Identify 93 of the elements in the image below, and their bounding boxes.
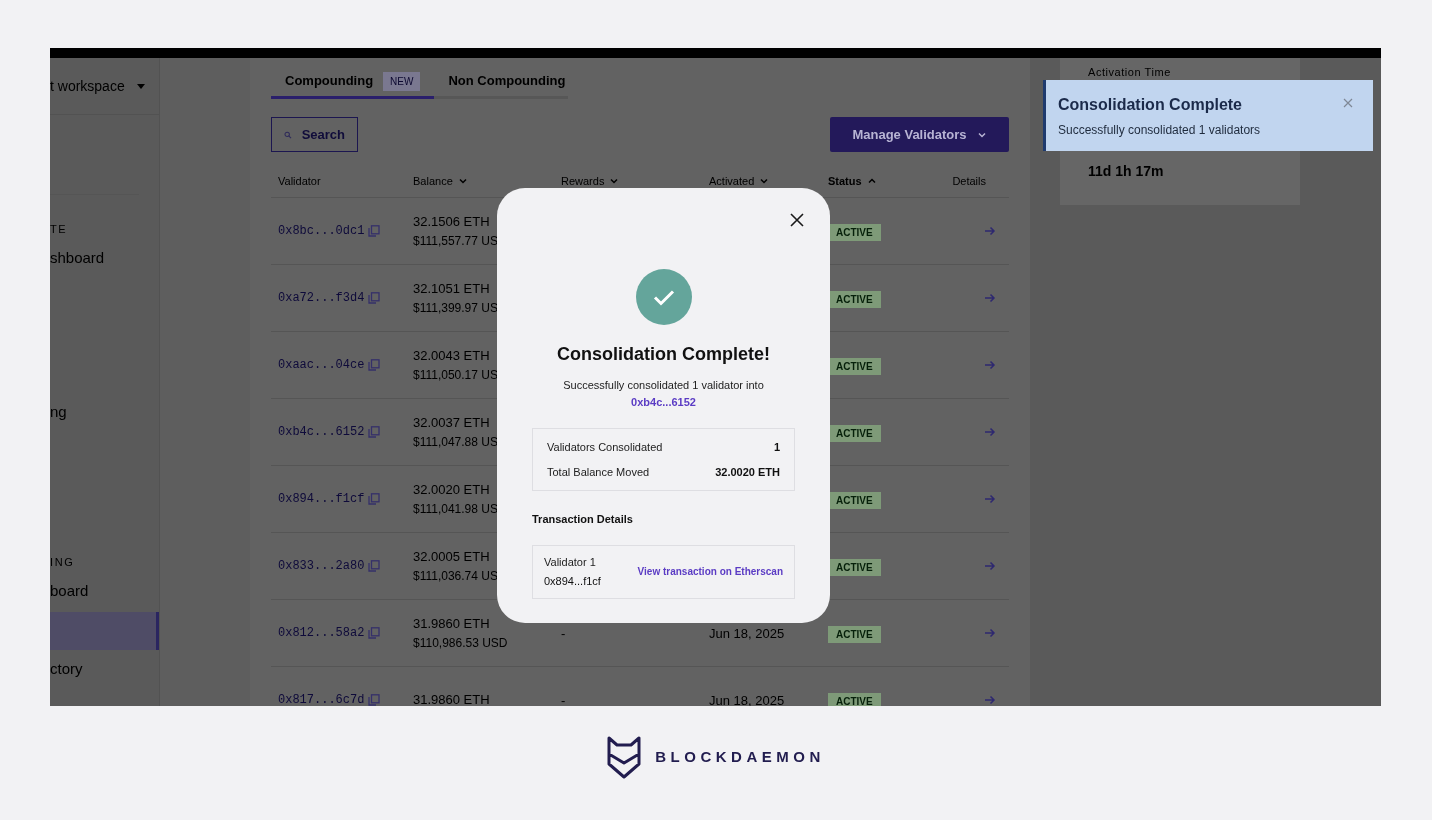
table-cell: Jun 18, 2025 bbox=[709, 693, 785, 706]
etherscan-link[interactable]: View transaction on Etherscan bbox=[637, 564, 783, 579]
column-header[interactable]: Validator bbox=[278, 175, 321, 187]
toast-title: Consolidation Complete bbox=[1058, 94, 1242, 115]
modal-message: Successfully consolidated 1 validator into bbox=[563, 378, 764, 393]
toast-message: Successfully consolidated 1 validators bbox=[1058, 121, 1262, 139]
column-header[interactable]: Rewards bbox=[561, 175, 605, 187]
caret-down-icon bbox=[136, 83, 145, 89]
workspace-selector[interactable]: t workspace bbox=[50, 58, 159, 115]
chevron-down-icon bbox=[759, 176, 770, 186]
validator-link[interactable]: 0x833...2a80 bbox=[278, 557, 365, 575]
status-badge: ACTIVE bbox=[828, 559, 881, 576]
section-label: ING bbox=[50, 556, 76, 568]
tab[interactable]: Non Compounding bbox=[434, 66, 580, 99]
chevron-up-icon bbox=[866, 176, 877, 186]
copy-icon[interactable] bbox=[368, 560, 381, 572]
close-button[interactable] bbox=[790, 212, 806, 228]
arrow-right-icon[interactable] bbox=[984, 359, 996, 371]
sidebar-item[interactable] bbox=[50, 612, 159, 650]
validator-link[interactable]: 0xa72...f3d4 bbox=[278, 289, 365, 307]
chevron-down-icon bbox=[457, 176, 468, 186]
success-check-icon bbox=[635, 269, 692, 325]
usd-balance: $111,399.97 US bbox=[413, 299, 499, 317]
summary-label: Total Balance Moved bbox=[547, 464, 650, 480]
validator-link[interactable]: 0xaac...04ce bbox=[278, 356, 365, 374]
usd-balance: $111,041.98 US bbox=[413, 500, 499, 518]
eth-balance: 32.1506 ETH bbox=[413, 213, 491, 232]
copy-icon[interactable] bbox=[368, 694, 381, 706]
copy-icon[interactable] bbox=[368, 493, 381, 505]
copy-icon[interactable] bbox=[368, 292, 381, 304]
chevron-down-icon bbox=[609, 176, 620, 186]
sidebar-item[interactable]: board bbox=[50, 572, 159, 610]
status-badge: ACTIVE bbox=[828, 693, 881, 706]
sidebar-item[interactable]: ctory bbox=[50, 650, 159, 688]
summary-value: 32.0020 ETH bbox=[715, 464, 780, 480]
sidebar-item[interactable]: ng bbox=[50, 393, 159, 431]
modal-title: Consolidation Complete! bbox=[557, 343, 770, 366]
close-icon[interactable] bbox=[1343, 98, 1353, 108]
table-cell: Jun 18, 2025 bbox=[709, 626, 785, 641]
table-cell: - bbox=[561, 693, 566, 706]
status-badge: ACTIVE bbox=[828, 425, 881, 442]
arrow-right-icon[interactable] bbox=[984, 493, 996, 505]
copy-icon[interactable] bbox=[368, 225, 381, 237]
eth-balance: 32.1051 ETH bbox=[413, 280, 491, 299]
card-value: 11d 1h 17m bbox=[1088, 161, 1165, 181]
summary-value: 1 bbox=[773, 440, 780, 455]
address-link[interactable]: 0xb4c...6152 bbox=[631, 393, 696, 410]
arrow-right-icon[interactable] bbox=[984, 292, 996, 304]
copy-icon[interactable] bbox=[368, 359, 381, 371]
table-cell: - bbox=[561, 626, 566, 641]
section-label: TE bbox=[50, 223, 69, 235]
arrow-right-icon[interactable] bbox=[984, 426, 996, 438]
status-badge: ACTIVE bbox=[828, 492, 881, 509]
usd-balance: $110,986.53 USD bbox=[413, 634, 509, 652]
column-header[interactable]: Status bbox=[828, 175, 862, 187]
transaction-address: 0x894...f1cf bbox=[544, 573, 601, 589]
usd-balance: $111,557.77 US bbox=[413, 232, 499, 250]
status-badge: ACTIVE bbox=[828, 358, 881, 375]
sidebar-item[interactable]: shboard bbox=[50, 239, 159, 277]
eth-balance: 31.9860 ETH bbox=[413, 615, 491, 634]
arrow-right-icon[interactable] bbox=[984, 694, 996, 706]
arrow-right-icon[interactable] bbox=[984, 225, 996, 237]
validator-link[interactable]: 0x817...6c7d bbox=[278, 691, 365, 706]
section-title: Transaction Details bbox=[532, 512, 633, 527]
status-badge: ACTIVE bbox=[828, 224, 881, 241]
summary-label: Validators Consolidated bbox=[547, 440, 663, 455]
status-badge: ACTIVE bbox=[828, 291, 881, 308]
eth-balance: 32.0043 ETH bbox=[413, 347, 491, 366]
status-badge: ACTIVE bbox=[828, 626, 881, 643]
column-header[interactable]: Balance bbox=[413, 175, 453, 187]
tab[interactable]: Compounding NEW bbox=[271, 66, 435, 99]
copy-icon[interactable] bbox=[368, 627, 381, 639]
copy-icon[interactable] bbox=[368, 426, 381, 438]
eth-balance: 32.0020 ETH bbox=[413, 481, 491, 500]
usd-balance: $111,050.17 US bbox=[413, 366, 499, 384]
arrow-right-icon[interactable] bbox=[984, 627, 996, 639]
close-icon bbox=[790, 213, 804, 227]
validator-link[interactable]: 0x8bc...0dc1 bbox=[278, 222, 365, 240]
validator-link[interactable]: 0x812...58a2 bbox=[278, 624, 365, 642]
validator-link[interactable]: 0x894...f1cf bbox=[278, 490, 365, 508]
eth-balance: 32.0037 ETH bbox=[413, 414, 491, 433]
column-header[interactable]: Activated bbox=[709, 175, 755, 187]
transaction-label: Validator 1 bbox=[544, 555, 597, 570]
brand-name: BLOCKDAEMON bbox=[655, 747, 825, 768]
logo-icon bbox=[607, 736, 642, 779]
card-label: Activation Time bbox=[1088, 65, 1172, 80]
new-badge: NEW bbox=[383, 71, 421, 91]
eth-balance: 31.9860 ETH bbox=[413, 691, 491, 706]
search-button[interactable]: Search bbox=[271, 117, 358, 152]
column-header[interactable]: Details bbox=[952, 175, 986, 187]
validator-link[interactable]: 0xb4c...6152 bbox=[278, 423, 365, 441]
manage-validators-button[interactable]: Manage Validators bbox=[830, 117, 1009, 152]
arrow-right-icon[interactable] bbox=[984, 560, 996, 572]
